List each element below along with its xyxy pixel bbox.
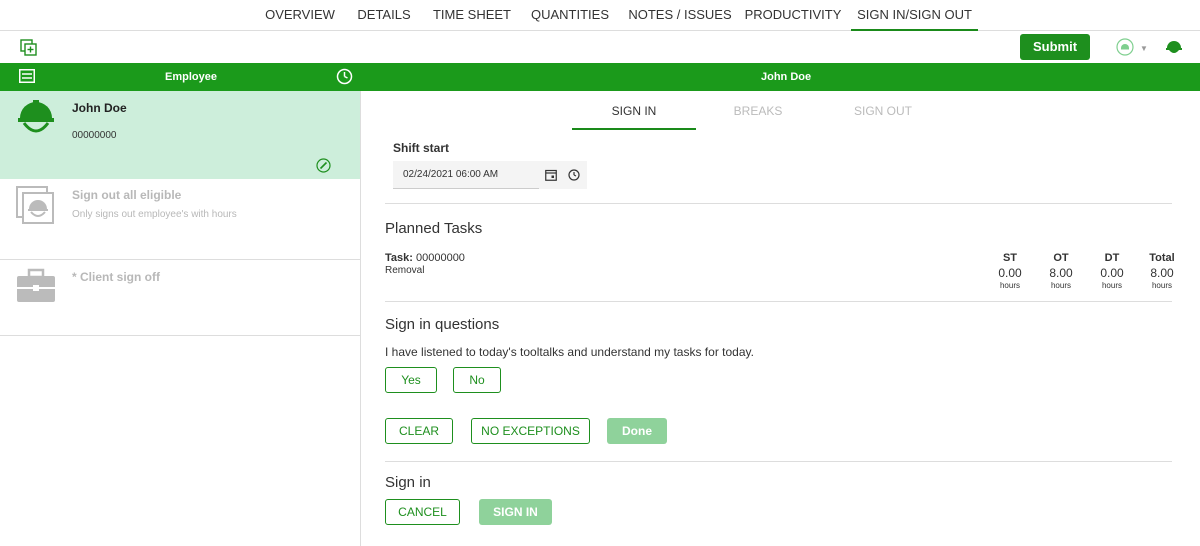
main-panel: SIGN IN BREAKS SIGN OUT Shift start 02/2… bbox=[361, 91, 1200, 546]
sign-out-all-title: Sign out all eligible bbox=[72, 188, 182, 202]
shift-start-input[interactable]: 02/24/2021 06:00 AM bbox=[393, 161, 539, 189]
tab-details[interactable]: DETAILS bbox=[352, 0, 416, 31]
sign-out-all-subtitle: Only signs out employee's with hours bbox=[72, 209, 237, 220]
clock-icon[interactable] bbox=[336, 68, 353, 85]
sign-in-section-title: Sign in bbox=[385, 474, 431, 491]
subtab-sign-out[interactable]: SIGN OUT bbox=[821, 104, 945, 118]
task-name: Removal bbox=[385, 265, 425, 276]
datetime-picker-buttons bbox=[539, 161, 587, 189]
hours-total-unit: hours bbox=[1151, 281, 1172, 290]
sign-out-all-row[interactable]: Sign out all eligible Only signs out emp… bbox=[0, 179, 360, 260]
active-subtab-indicator bbox=[572, 128, 696, 130]
user-menu-icon[interactable] bbox=[1116, 38, 1134, 56]
client-sign-off-row[interactable]: * Client sign off bbox=[0, 260, 360, 336]
hours-total-header: Total bbox=[1149, 252, 1175, 264]
divider bbox=[385, 461, 1172, 462]
hours-dt-header: DT bbox=[1104, 252, 1120, 264]
hours-ot-unit: hours bbox=[1050, 281, 1071, 290]
edit-icon[interactable] bbox=[316, 158, 331, 173]
add-copy-icon[interactable] bbox=[20, 39, 37, 56]
hours-total-value: 8.00 bbox=[1150, 266, 1174, 280]
divider bbox=[385, 203, 1172, 204]
no-exceptions-button[interactable]: NO EXCEPTIONS bbox=[471, 418, 590, 444]
employee-name: John Doe bbox=[72, 101, 127, 115]
toolbar: Submit ▼ bbox=[0, 31, 1200, 63]
briefcase-icon bbox=[17, 268, 55, 302]
sign-in-button[interactable]: SIGN IN bbox=[479, 499, 552, 525]
list-icon[interactable] bbox=[19, 69, 35, 83]
tab-sign-in-sign-out[interactable]: SIGN IN/SIGN OUT bbox=[851, 0, 978, 31]
group-sign-out-icon bbox=[16, 186, 54, 224]
tab-notes-issues[interactable]: NOTES / ISSUES bbox=[626, 0, 734, 31]
header-bar: Employee John Doe bbox=[0, 63, 1200, 91]
calendar-icon[interactable] bbox=[545, 169, 557, 181]
tab-time-sheet[interactable]: TIME SHEET bbox=[430, 0, 514, 31]
tab-quantities[interactable]: QUANTITIES bbox=[528, 0, 612, 31]
time-icon[interactable] bbox=[568, 169, 580, 181]
yes-button[interactable]: Yes bbox=[385, 367, 437, 393]
employee-sidebar: John Doe 00000000 Sign out all eligible … bbox=[0, 91, 361, 546]
hours-st-unit: hours bbox=[999, 281, 1020, 290]
shift-start-label: Shift start bbox=[393, 141, 450, 155]
subtab-sign-in[interactable]: SIGN IN bbox=[572, 104, 696, 118]
hours-ot-header: OT bbox=[1053, 252, 1069, 264]
client-sign-off-title: * Client sign off bbox=[72, 270, 160, 284]
hours-ot: OT 8.00 hours bbox=[1041, 252, 1081, 290]
selected-employee-name: John Doe bbox=[761, 71, 812, 83]
submit-button[interactable]: Submit bbox=[1020, 34, 1090, 60]
hours-dt: DT 0.00 hours bbox=[1092, 252, 1132, 290]
hours-st-header: ST bbox=[1002, 252, 1018, 264]
task-line: Task: 00000000 bbox=[385, 252, 465, 264]
clear-button[interactable]: CLEAR bbox=[385, 418, 453, 444]
tab-overview[interactable]: OVERVIEW bbox=[263, 0, 337, 31]
question-text: I have listened to today's tooltalks and… bbox=[385, 345, 754, 359]
task-id: 00000000 bbox=[415, 252, 465, 264]
hours-ot-value: 8.00 bbox=[1049, 266, 1073, 280]
chevron-down-icon[interactable]: ▼ bbox=[1140, 44, 1148, 53]
sign-in-questions-title: Sign in questions bbox=[385, 316, 500, 333]
helmet-icon[interactable] bbox=[1165, 38, 1183, 56]
worker-helmet-icon bbox=[18, 100, 54, 133]
employee-id: 00000000 bbox=[72, 130, 117, 141]
planned-tasks-title: Planned Tasks bbox=[385, 220, 483, 237]
employee-column-label: Employee bbox=[165, 71, 217, 83]
tab-productivity[interactable]: PRODUCTIVITY bbox=[744, 0, 842, 31]
hours-dt-value: 0.00 bbox=[1100, 266, 1124, 280]
employee-card[interactable]: John Doe 00000000 bbox=[0, 91, 360, 179]
task-prefix: Task: bbox=[385, 252, 413, 264]
hours-st: ST 0.00 hours bbox=[990, 252, 1030, 290]
hours-total: Total 8.00 hours bbox=[1142, 252, 1182, 290]
top-navigation: OVERVIEW DETAILS TIME SHEET QUANTITIES N… bbox=[0, 0, 1200, 31]
hours-dt-unit: hours bbox=[1101, 281, 1122, 290]
subtab-breaks[interactable]: BREAKS bbox=[696, 104, 820, 118]
done-button[interactable]: Done bbox=[607, 418, 667, 444]
hours-st-value: 0.00 bbox=[998, 266, 1022, 280]
divider bbox=[385, 301, 1172, 302]
no-button[interactable]: No bbox=[453, 367, 501, 393]
cancel-button[interactable]: CANCEL bbox=[385, 499, 460, 525]
